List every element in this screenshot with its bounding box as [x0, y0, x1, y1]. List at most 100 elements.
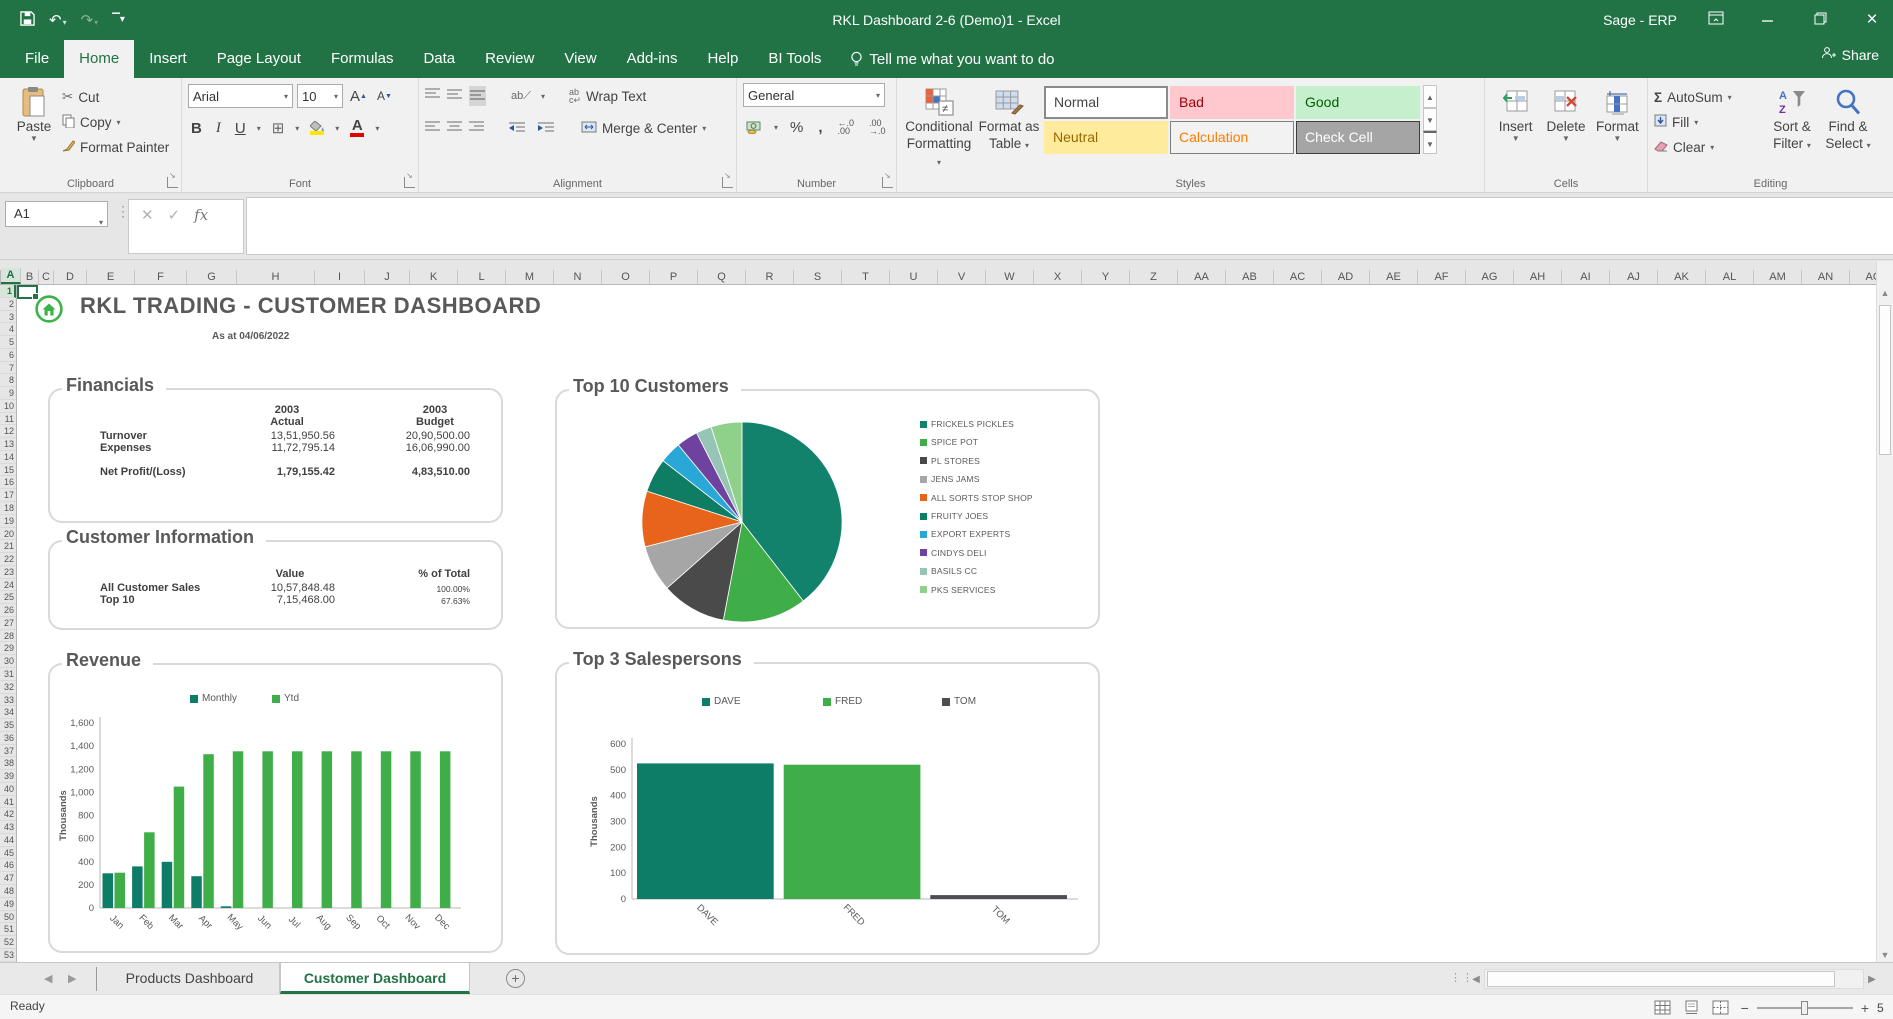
cell-style-normal[interactable]: Normal — [1044, 86, 1168, 119]
column-header-F[interactable]: F — [135, 270, 187, 284]
name-box[interactable]: A1 ▾ — [5, 201, 108, 227]
close-button[interactable]: × — [1859, 9, 1885, 31]
row-header-16[interactable]: 16 — [0, 476, 16, 490]
select-all-corner[interactable] — [0, 270, 1, 284]
number-dialog-launcher[interactable] — [882, 171, 893, 188]
row-header-23[interactable]: 23 — [0, 566, 16, 579]
ribbon-display-options-icon[interactable] — [1703, 11, 1729, 29]
clear-button[interactable]: Clear ▾ — [1654, 136, 1764, 158]
column-header-AJ[interactable]: AJ — [1610, 270, 1658, 284]
hscroll-thumb[interactable] — [1487, 971, 1835, 987]
underline-button[interactable]: U — [232, 120, 249, 137]
cell-style-check-cell[interactable]: Check Cell — [1296, 121, 1420, 154]
restore-button[interactable] — [1807, 12, 1833, 29]
number-format-combo[interactable]: General ▾ — [743, 83, 885, 107]
column-header-X[interactable]: X — [1034, 270, 1082, 284]
sales-bar-tom[interactable] — [930, 895, 1067, 899]
align-middle-icon[interactable] — [447, 87, 462, 105]
cell-style-calculation[interactable]: Calculation — [1170, 121, 1294, 154]
row-header-6[interactable]: 6 — [0, 349, 16, 362]
column-header-W[interactable]: W — [986, 270, 1034, 284]
revenue-bar-ytd-feb[interactable] — [144, 832, 155, 908]
revenue-bar-ytd-mar[interactable] — [173, 786, 185, 908]
formula-input[interactable] — [246, 197, 1893, 255]
alignment-dialog-launcher[interactable] — [722, 171, 733, 188]
row-header-10[interactable]: 10 — [0, 400, 16, 413]
tab-add-ins[interactable]: Add-ins — [612, 40, 693, 78]
column-header-J[interactable]: J — [365, 270, 410, 284]
align-top-icon[interactable] — [425, 87, 440, 105]
formula-bar-splitter[interactable]: ⋮ — [116, 203, 130, 220]
hscroll-left-icon[interactable]: ◀ — [1468, 974, 1484, 985]
percent-style-icon[interactable]: % — [787, 119, 806, 136]
revenue-bar-ytd-jun[interactable] — [262, 751, 273, 908]
italic-button[interactable]: I — [213, 120, 224, 137]
column-header-Y[interactable]: Y — [1082, 270, 1130, 284]
fill-color-caret[interactable]: ▾ — [335, 124, 339, 133]
orientation-caret[interactable]: ▾ — [541, 92, 545, 101]
cell-style-bad[interactable]: Bad — [1170, 86, 1294, 119]
column-header-M[interactable]: M — [506, 270, 554, 284]
revenue-bar-monthly-may[interactable] — [220, 906, 232, 908]
customize-qat-icon[interactable]: ▔▾ — [112, 15, 125, 25]
hscroll-track[interactable] — [1484, 969, 1864, 989]
copy-button[interactable]: Copy ▾ — [62, 111, 169, 133]
format-as-table-button[interactable]: Format as Table ▾ — [975, 83, 1043, 174]
new-sheet-button[interactable]: + — [506, 969, 525, 988]
row-header-19[interactable]: 19 — [0, 515, 16, 528]
hscroll-right-icon[interactable]: ▶ — [1864, 974, 1880, 985]
styles-gallery-down-icon[interactable]: ▼ — [1423, 108, 1437, 131]
row-header-1[interactable]: 1 — [0, 285, 16, 298]
minimize-button[interactable] — [1755, 12, 1781, 29]
bold-button[interactable]: B — [188, 120, 205, 137]
row-header-12[interactable]: 12 — [0, 425, 16, 439]
row-header-2[interactable]: 2 — [0, 298, 16, 311]
row-header-52[interactable]: 52 — [0, 936, 16, 949]
sort-filter-button[interactable]: AZ Sort & Filter ▾ — [1764, 83, 1820, 158]
row-header-18[interactable]: 18 — [0, 502, 16, 515]
sheet-nav-right-icon[interactable]: ▶ — [68, 972, 76, 985]
tell-me-box[interactable]: Tell me what you want to do — [836, 40, 1068, 78]
row-header-44[interactable]: 44 — [0, 834, 16, 847]
confirm-entry-icon[interactable]: ✓ — [168, 206, 181, 224]
column-header-A[interactable]: A — [1, 268, 21, 284]
column-header-V[interactable]: V — [938, 270, 986, 284]
undo-icon[interactable]: ↶▾ — [49, 13, 67, 28]
column-header-G[interactable]: G — [187, 270, 237, 284]
name-box-caret[interactable]: ▾ — [99, 211, 103, 235]
revenue-bar-ytd-may[interactable] — [232, 751, 244, 908]
row-header-49[interactable]: 49 — [0, 898, 16, 911]
row-header-51[interactable]: 51 — [0, 923, 16, 937]
row-header-24[interactable]: 24 — [0, 579, 16, 592]
column-header-Q[interactable]: Q — [698, 270, 746, 284]
tab-home[interactable]: Home — [64, 40, 135, 78]
column-header-D[interactable]: D — [54, 270, 87, 284]
column-header-N[interactable]: N — [554, 270, 602, 284]
revenue-bar-ytd-oct[interactable] — [380, 751, 392, 908]
row-header-31[interactable]: 31 — [0, 668, 16, 681]
row-header-22[interactable]: 22 — [0, 553, 16, 566]
column-header-AI[interactable]: AI — [1562, 270, 1610, 284]
zoom-out-icon[interactable]: − — [1741, 1000, 1749, 1016]
row-header-47[interactable]: 47 — [0, 872, 16, 885]
row-header-41[interactable]: 41 — [0, 796, 16, 809]
column-header-AN[interactable]: AN — [1802, 270, 1850, 284]
sheet-tab-customer-dashboard[interactable]: Customer Dashboard — [280, 963, 470, 994]
column-header-Z[interactable]: Z — [1130, 270, 1178, 284]
normal-view-icon[interactable] — [1654, 1000, 1671, 1015]
row-header-4[interactable]: 4 — [0, 323, 16, 337]
find-select-button[interactable]: Find & Select ▾ — [1820, 83, 1876, 158]
revenue-bar-monthly-jan[interactable] — [102, 873, 114, 908]
revenue-bar-ytd-sep[interactable] — [351, 751, 362, 908]
revenue-bar-ytd-apr[interactable] — [203, 754, 214, 908]
tab-data[interactable]: Data — [408, 40, 470, 78]
row-header-38[interactable]: 38 — [0, 757, 16, 771]
row-header-9[interactable]: 9 — [0, 387, 16, 400]
row-header-7[interactable]: 7 — [0, 362, 16, 375]
row-header-11[interactable]: 11 — [0, 413, 16, 426]
revenue-bar-monthly-feb[interactable] — [132, 866, 143, 908]
vertical-scrollbar[interactable]: ▲ ▼ — [1876, 261, 1893, 962]
increase-indent-icon[interactable] — [535, 122, 557, 134]
tab-page-layout[interactable]: Page Layout — [202, 40, 316, 78]
sales-bar-dave[interactable] — [637, 763, 774, 899]
